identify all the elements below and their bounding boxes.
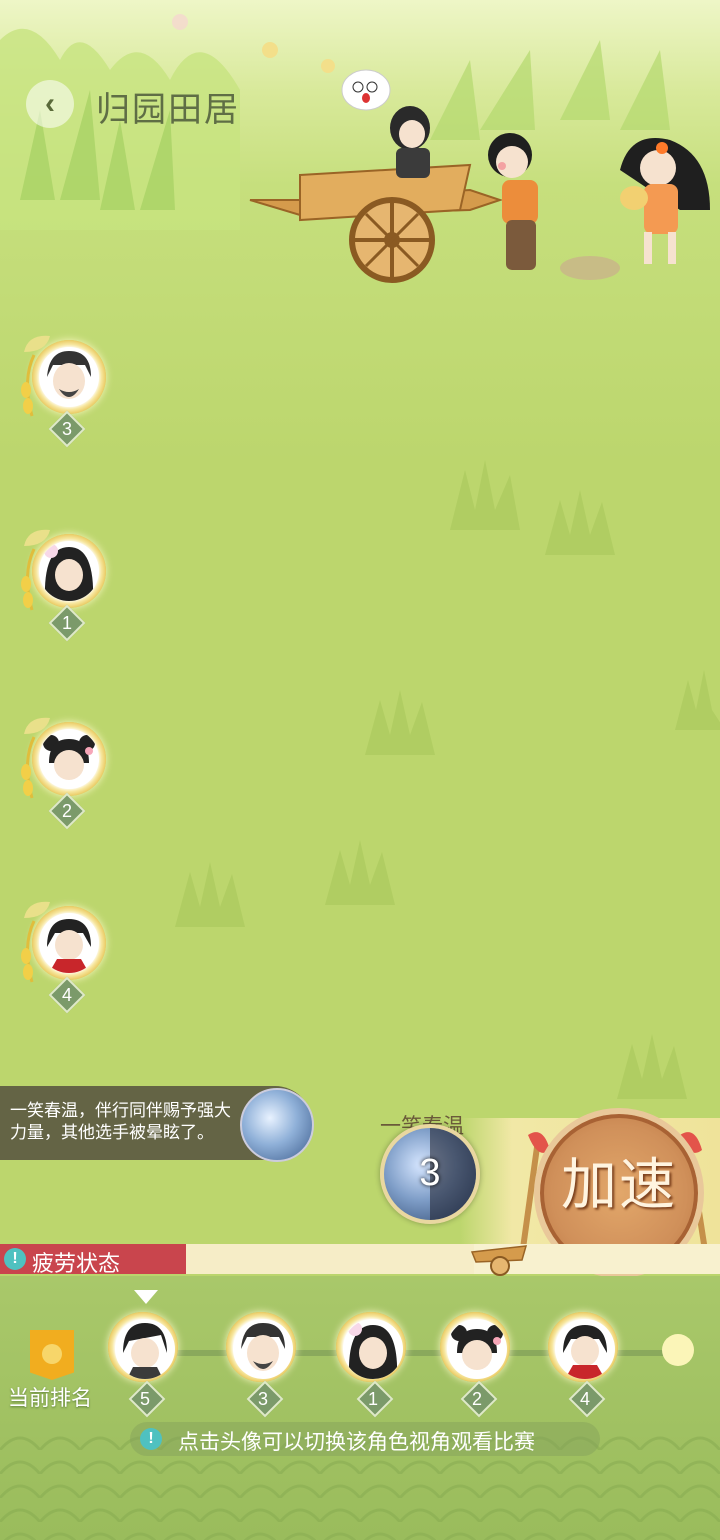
bun-girl-portrait	[39, 729, 99, 789]
finish-marker	[662, 1334, 694, 1366]
current-rank-label: 当前排名	[8, 1387, 92, 1410]
fatigue-label: 疲劳状态	[32, 1251, 121, 1276]
skill-button[interactable]: 3	[380, 1124, 480, 1224]
red-robe-youth-portrait	[39, 913, 99, 973]
rank-number: 2	[471, 1389, 482, 1409]
rank-number: 1	[61, 613, 72, 633]
ranking-flag-icon	[30, 1330, 74, 1380]
lane-racer[interactable]: 3	[18, 332, 118, 448]
flower-maiden-portrait	[39, 541, 99, 601]
skill-description-tooltip: 一笑春温，伴行同伴赐予强大力量，其他选手被晕眩了。	[0, 1086, 314, 1162]
wheat-icon	[21, 920, 36, 983]
bearded-elder-portrait	[39, 347, 99, 407]
grass-tuft	[325, 840, 395, 905]
wheat-icon	[21, 736, 36, 799]
fatigue-progress	[186, 1244, 474, 1274]
rank-number: 5	[139, 1389, 150, 1409]
lane-racer[interactable]: 4	[18, 898, 118, 1014]
rank-number: 3	[257, 1389, 268, 1409]
ranking-racer[interactable]: 4	[538, 1302, 630, 1418]
grass-tuft	[617, 1034, 687, 1099]
swordsman-portrait	[115, 1319, 175, 1379]
ranking-racer[interactable]: 1	[326, 1302, 418, 1418]
boost-label: 加速	[561, 1155, 677, 1217]
chevron-left-icon: ‹	[45, 87, 55, 120]
skill-swirl-icon	[240, 1088, 314, 1162]
ranking-racer[interactable]: 5	[98, 1302, 190, 1418]
ranking-racer[interactable]: 2	[430, 1302, 522, 1418]
ranking-racer[interactable]: 3	[216, 1302, 308, 1418]
back-button[interactable]: ‹	[26, 80, 74, 128]
info-icon: !	[4, 1248, 26, 1270]
info-icon: !	[140, 1428, 162, 1450]
lane-racer[interactable]: 1	[18, 526, 118, 642]
avatar[interactable]	[226, 1312, 296, 1382]
lane-racer[interactable]: 2	[18, 714, 118, 830]
hint-text: 点击头像可以切换该角色视角观看比赛	[178, 1431, 535, 1454]
race-field: ‹ 归园田居 3 1 2 4 一笑春温，伴行同伴赐予强大力量，其他选手被晕眩了。…	[0, 0, 720, 1540]
rank-number: 1	[367, 1389, 378, 1409]
ranking-bar: 当前排名 5 3 1 2 4 ! 点击头像可以切换该角色视角观看比赛	[0, 1276, 720, 1540]
skill-cooldown: 3	[419, 1152, 441, 1194]
running-girl-figure	[620, 138, 710, 264]
grass-tuft	[175, 862, 245, 927]
rider-figure	[390, 106, 430, 178]
rank-number: 3	[61, 419, 72, 439]
bearded-elder-portrait	[233, 1319, 293, 1379]
cart-race-scene	[249, 69, 710, 283]
surprise-bubble-icon	[341, 69, 391, 111]
red-robe-youth-portrait	[555, 1319, 615, 1379]
grass-tuft	[545, 490, 615, 555]
flower-maiden-portrait	[343, 1319, 403, 1379]
avatar[interactable]	[108, 1312, 178, 1382]
page-title: 归园田居	[96, 92, 240, 129]
rank-number: 2	[61, 801, 72, 821]
grass-tuft	[450, 460, 520, 530]
avatar[interactable]	[440, 1312, 510, 1382]
rank-number: 4	[61, 985, 72, 1005]
rank-number: 4	[579, 1389, 590, 1409]
fatigue-label-badge: ! 疲劳状态	[0, 1244, 186, 1276]
grass-tuft	[675, 670, 720, 730]
hint-banner: ! 点击头像可以切换该角色视角观看比赛	[130, 1422, 600, 1456]
cart-icon	[249, 163, 504, 283]
wheat-icon	[21, 548, 36, 611]
avatar[interactable]	[548, 1312, 618, 1382]
bun-girl-portrait	[447, 1319, 507, 1379]
wheat-icon	[21, 354, 36, 417]
mini-cart-icon	[470, 1245, 528, 1276]
skill-description: 一笑春温，伴行同伴赐予强大力量，其他选手被晕眩了。	[10, 1101, 231, 1142]
avatar[interactable]	[336, 1312, 406, 1382]
grass-tuft	[365, 690, 435, 755]
fatigue-bar: ! 疲劳状态	[0, 1244, 720, 1276]
